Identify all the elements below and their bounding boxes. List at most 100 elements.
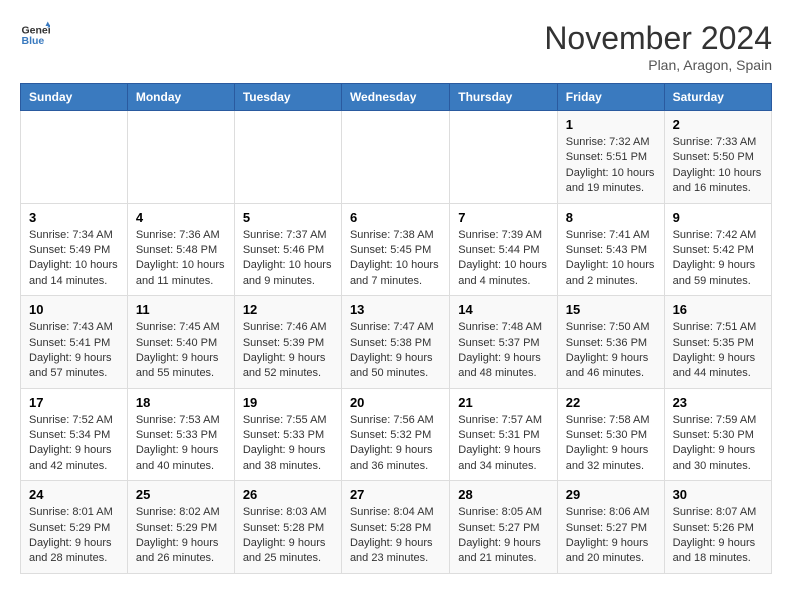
calendar-header-row: SundayMondayTuesdayWednesdayThursdayFrid… [21, 84, 772, 111]
day-number: 2 [673, 117, 763, 132]
day-number: 30 [673, 487, 763, 502]
calendar-cell [234, 111, 341, 204]
calendar-cell: 11Sunrise: 7:45 AMSunset: 5:40 PMDayligh… [127, 296, 234, 389]
calendar-cell: 9Sunrise: 7:42 AMSunset: 5:42 PMDaylight… [664, 203, 771, 296]
day-number: 23 [673, 395, 763, 410]
week-row-2: 3 Sunrise: 7:34 AMSunset: 5:49 PMDaylight… [21, 203, 772, 296]
day-number: 20 [350, 395, 441, 410]
day-info: Sunrise: 7:58 AMSunset: 5:30 PMDaylight:… [566, 413, 656, 475]
calendar-cell: 12 Sunrise: 7:46 AMSunset: 5:39 PMDayligh… [234, 296, 341, 389]
calendar-cell: 6 Sunrise: 7:38 AMSunset: 5:45 PMDaylight… [341, 203, 449, 296]
column-header-tuesday: Tuesday [234, 84, 341, 111]
calendar-cell: 5 Sunrise: 7:37 AMSunset: 5:46 PMDaylight… [234, 203, 341, 296]
day-info: Sunrise: 7:32 AMSunset: 5:51 PMDaylight:… [566, 135, 656, 197]
calendar-cell: 22 Sunrise: 7:58 AMSunset: 5:30 PMDayligh… [557, 388, 664, 481]
day-info: Sunrise: 8:05 AMSunset: 5:27 PMDaylight:… [458, 505, 549, 567]
calendar-cell: 4Sunrise: 7:36 AMSunset: 5:48 PMDaylight… [127, 203, 234, 296]
day-number: 15 [566, 302, 656, 317]
calendar-cell: 27Sunrise: 8:04 AMSunset: 5:28 PMDayligh… [341, 481, 449, 574]
title-block: November 2024 Plan, Aragon, Spain [544, 20, 772, 73]
calendar-cell: 2 Sunrise: 7:33 AMSunset: 5:50 PMDaylight… [664, 111, 771, 204]
week-row-5: 24 Sunrise: 8:01 AMSunset: 5:29 PMDayligh… [21, 481, 772, 574]
column-header-monday: Monday [127, 84, 234, 111]
day-number: 1 [566, 117, 656, 132]
calendar-cell: 23 Sunrise: 7:59 AMSunset: 5:30 PMDayligh… [664, 388, 771, 481]
column-header-thursday: Thursday [450, 84, 558, 111]
week-row-3: 10 Sunrise: 7:43 AMSunset: 5:41 PMDayligh… [21, 296, 772, 389]
calendar-cell: 13 Sunrise: 7:47 AMSunset: 5:38 PMDayligh… [341, 296, 449, 389]
day-info: Sunrise: 8:07 AMSunset: 5:26 PMDaylight:… [673, 505, 763, 567]
calendar-cell: 16 Sunrise: 7:51 AMSunset: 5:35 PMDayligh… [664, 296, 771, 389]
day-number: 14 [458, 302, 549, 317]
page-header: General Blue November 2024 Plan, Aragon,… [20, 20, 772, 73]
day-info: Sunrise: 7:43 AMSunset: 5:41 PMDaylight:… [29, 320, 119, 382]
day-number: 24 [29, 487, 119, 502]
column-header-friday: Friday [557, 84, 664, 111]
calendar-cell: 18 Sunrise: 7:53 AMSunset: 5:33 PMDayligh… [127, 388, 234, 481]
day-info: Sunrise: 7:34 AMSunset: 5:49 PMDaylight:… [29, 228, 119, 290]
day-number: 26 [243, 487, 333, 502]
week-row-4: 17Sunrise: 7:52 AMSunset: 5:34 PMDayligh… [21, 388, 772, 481]
day-info: Sunrise: 8:03 AMSunset: 5:28 PMDaylight:… [243, 505, 333, 567]
calendar-cell: 30 Sunrise: 8:07 AMSunset: 5:26 PMDayligh… [664, 481, 771, 574]
day-info: Sunrise: 7:52 AMSunset: 5:34 PMDaylight:… [29, 413, 119, 475]
day-number: 11 [136, 302, 226, 317]
day-number: 28 [458, 487, 549, 502]
calendar-cell: 21Sunrise: 7:57 AMSunset: 5:31 PMDayligh… [450, 388, 558, 481]
calendar-cell [450, 111, 558, 204]
day-number: 19 [243, 395, 333, 410]
day-info: Sunrise: 7:47 AMSunset: 5:38 PMDaylight:… [350, 320, 441, 382]
calendar-cell: 25 Sunrise: 8:02 AMSunset: 5:29 PMDayligh… [127, 481, 234, 574]
column-header-saturday: Saturday [664, 84, 771, 111]
day-info: Sunrise: 7:37 AMSunset: 5:46 PMDaylight:… [243, 228, 333, 290]
calendar-cell: 29Sunrise: 8:06 AMSunset: 5:27 PMDayligh… [557, 481, 664, 574]
day-number: 3 [29, 210, 119, 225]
day-number: 4 [136, 210, 226, 225]
day-number: 6 [350, 210, 441, 225]
day-number: 13 [350, 302, 441, 317]
calendar-cell: 26 Sunrise: 8:03 AMSunset: 5:28 PMDayligh… [234, 481, 341, 574]
calendar-cell: 15 Sunrise: 7:50 AMSunset: 5:36 PMDayligh… [557, 296, 664, 389]
day-info: Sunrise: 8:02 AMSunset: 5:29 PMDaylight:… [136, 505, 226, 567]
day-number: 8 [566, 210, 656, 225]
logo-icon: General Blue [20, 20, 50, 50]
day-number: 16 [673, 302, 763, 317]
calendar-cell: 17Sunrise: 7:52 AMSunset: 5:34 PMDayligh… [21, 388, 128, 481]
day-number: 25 [136, 487, 226, 502]
day-info: Sunrise: 7:53 AMSunset: 5:33 PMDaylight:… [136, 413, 226, 475]
day-number: 22 [566, 395, 656, 410]
column-header-wednesday: Wednesday [341, 84, 449, 111]
day-info: Sunrise: 8:01 AMSunset: 5:29 PMDaylight:… [29, 505, 119, 567]
day-number: 21 [458, 395, 549, 410]
day-number: 12 [243, 302, 333, 317]
calendar-cell: 8Sunrise: 7:41 AMSunset: 5:43 PMDaylight… [557, 203, 664, 296]
day-number: 5 [243, 210, 333, 225]
day-number: 18 [136, 395, 226, 410]
calendar-cell [341, 111, 449, 204]
calendar-cell: 14 Sunrise: 7:48 AMSunset: 5:37 PMDayligh… [450, 296, 558, 389]
month-title: November 2024 [544, 20, 772, 57]
day-info: Sunrise: 7:51 AMSunset: 5:35 PMDaylight:… [673, 320, 763, 382]
day-info: Sunrise: 7:59 AMSunset: 5:30 PMDaylight:… [673, 413, 763, 475]
day-info: Sunrise: 7:50 AMSunset: 5:36 PMDaylight:… [566, 320, 656, 382]
location: Plan, Aragon, Spain [544, 57, 772, 73]
calendar-cell: 20Sunrise: 7:56 AMSunset: 5:32 PMDayligh… [341, 388, 449, 481]
day-number: 10 [29, 302, 119, 317]
calendar-cell: 3 Sunrise: 7:34 AMSunset: 5:49 PMDaylight… [21, 203, 128, 296]
day-info: Sunrise: 7:46 AMSunset: 5:39 PMDaylight:… [243, 320, 333, 382]
day-info: Sunrise: 8:04 AMSunset: 5:28 PMDaylight:… [350, 505, 441, 567]
calendar-cell: 10 Sunrise: 7:43 AMSunset: 5:41 PMDayligh… [21, 296, 128, 389]
calendar-cell: 7 Sunrise: 7:39 AMSunset: 5:44 PMDaylight… [450, 203, 558, 296]
day-number: 7 [458, 210, 549, 225]
day-info: Sunrise: 7:48 AMSunset: 5:37 PMDaylight:… [458, 320, 549, 382]
calendar-cell: 1 Sunrise: 7:32 AMSunset: 5:51 PMDaylight… [557, 111, 664, 204]
day-info: Sunrise: 7:39 AMSunset: 5:44 PMDaylight:… [458, 228, 549, 290]
day-info: Sunrise: 8:06 AMSunset: 5:27 PMDaylight:… [566, 505, 656, 567]
day-info: Sunrise: 7:33 AMSunset: 5:50 PMDaylight:… [673, 135, 763, 197]
logo: General Blue [20, 20, 50, 50]
calendar-cell [127, 111, 234, 204]
calendar-cell [21, 111, 128, 204]
day-info: Sunrise: 7:38 AMSunset: 5:45 PMDaylight:… [350, 228, 441, 290]
column-header-sunday: Sunday [21, 84, 128, 111]
calendar-cell: 28 Sunrise: 8:05 AMSunset: 5:27 PMDayligh… [450, 481, 558, 574]
